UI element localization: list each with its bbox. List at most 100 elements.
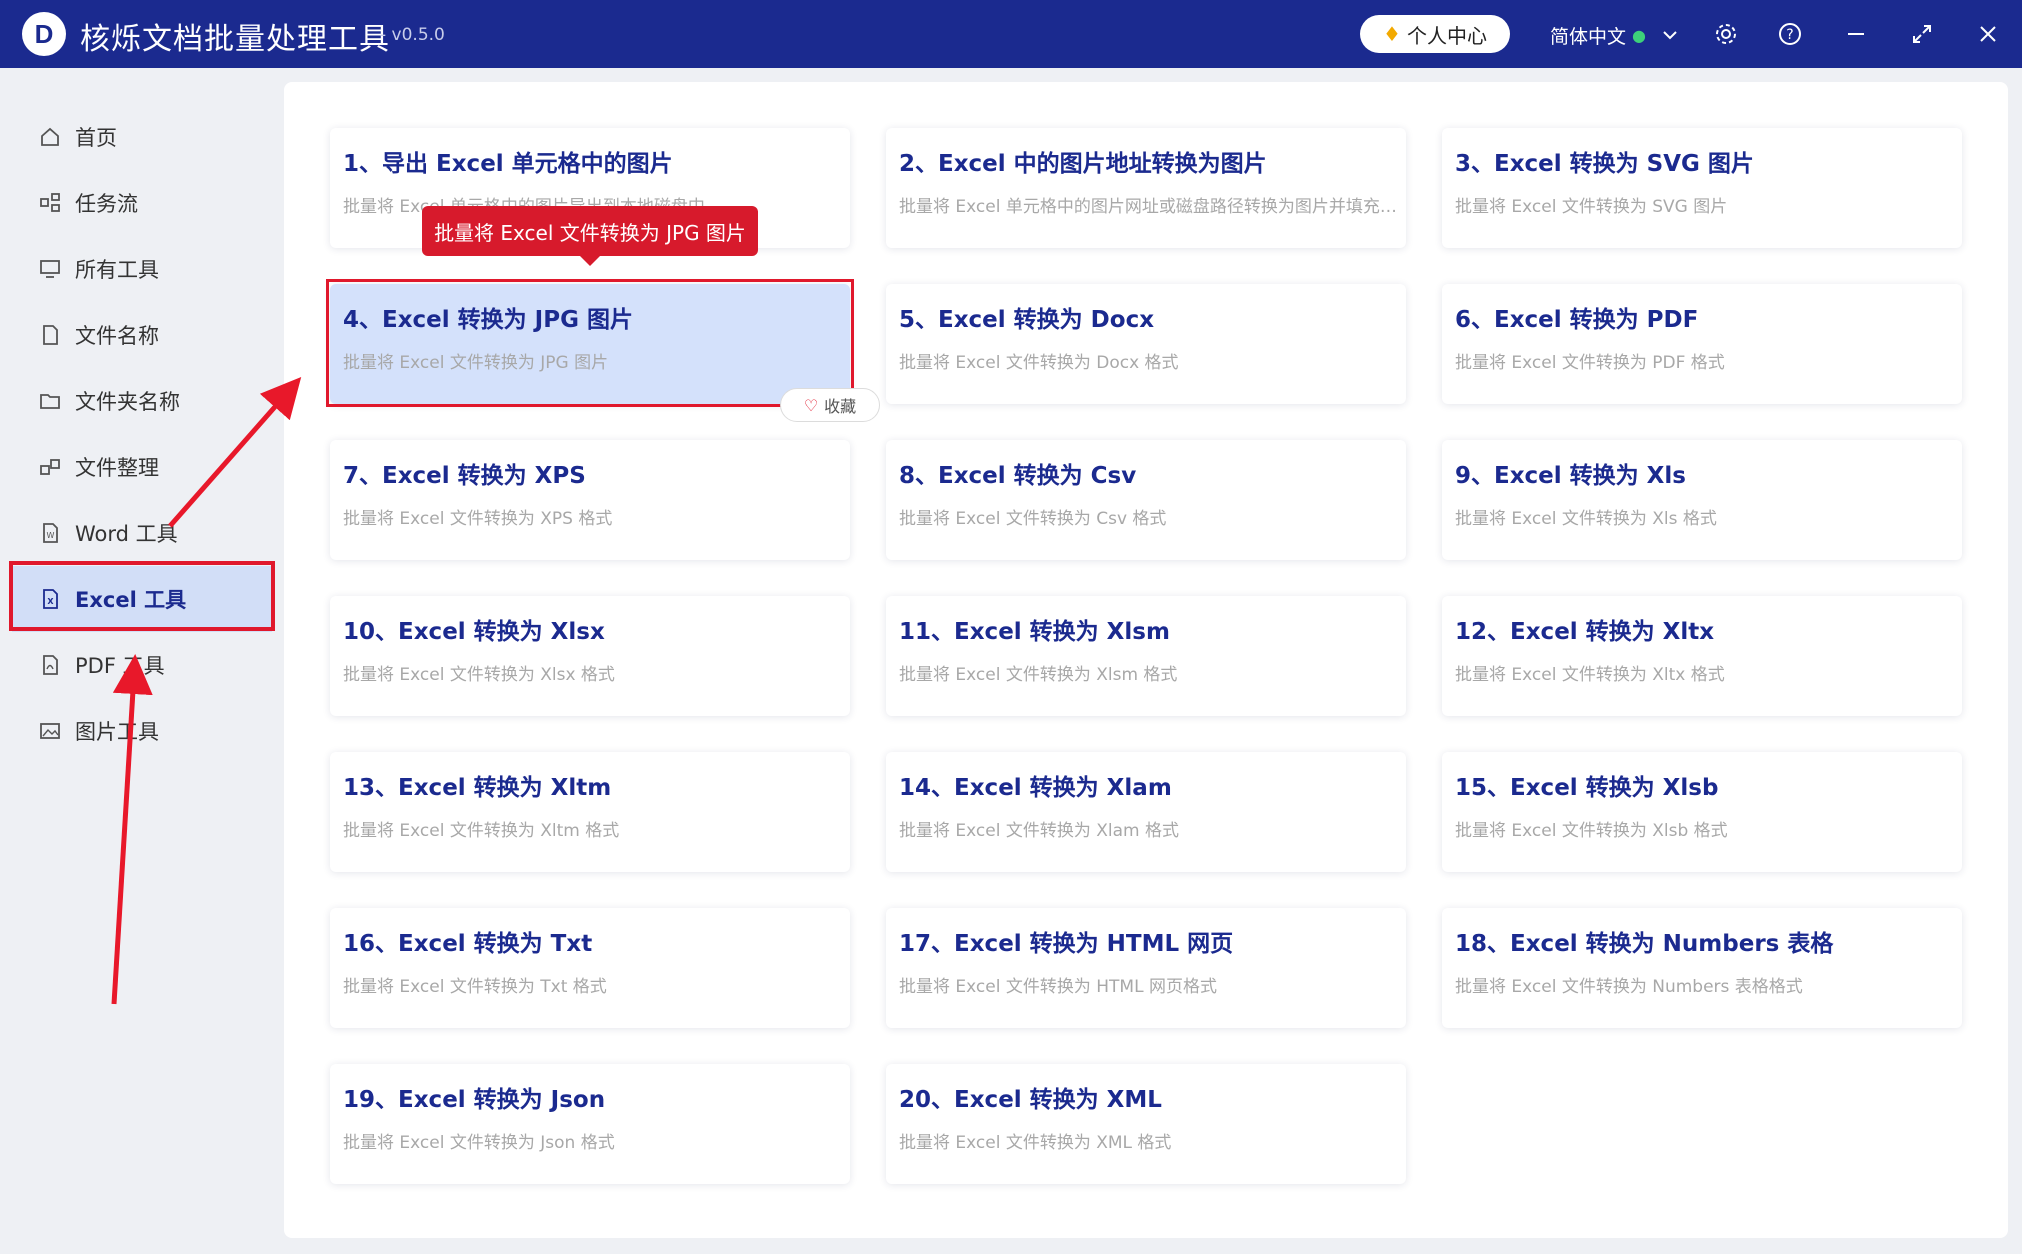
sidebar-item-folder-name[interactable]: 文件夹名称	[0, 368, 284, 434]
minimize-icon[interactable]	[1840, 18, 1872, 50]
image-icon	[38, 719, 62, 743]
tool-card-desc: 批量将 Excel 文件转换为 Json 格式	[343, 1133, 615, 1153]
tool-card[interactable]: 12、Excel 转换为 Xltx 批量将 Excel 文件转换为 Xltx 格…	[1442, 596, 1962, 716]
tool-card-desc: 批量将 Excel 文件转换为 PDF 格式	[1455, 353, 1725, 373]
favorite-button[interactable]: ♡ 收藏	[780, 388, 880, 422]
tool-card[interactable]: 6、Excel 转换为 PDF 批量将 Excel 文件转换为 PDF 格式	[1442, 284, 1962, 404]
tool-card-selected[interactable]: 4、Excel 转换为 JPG 图片 批量将 Excel 文件转换为 JPG 图…	[330, 284, 850, 404]
tool-card-desc: 批量将 Excel 文件转换为 Docx 格式	[899, 353, 1179, 373]
sidebar-item-file-organize[interactable]: 文件整理	[0, 434, 284, 500]
app-version: - v0.5.0	[380, 25, 445, 45]
tool-card[interactable]: 5、Excel 转换为 Docx 批量将 Excel 文件转换为 Docx 格式	[886, 284, 1406, 404]
tool-card-title: 2、Excel 中的图片地址转换为图片	[899, 151, 1267, 177]
tool-card[interactable]: 18、Excel 转换为 Numbers 表格 批量将 Excel 文件转换为 …	[1442, 908, 1962, 1028]
tool-card-desc: 批量将 Excel 文件转换为 Txt 格式	[343, 977, 607, 997]
sidebar-item-label: Excel 工具	[75, 588, 187, 612]
sidebar-item-label: 文件名称	[75, 324, 159, 348]
tool-card-title: 9、Excel 转换为 Xls	[1455, 463, 1686, 489]
svg-text:X: X	[47, 597, 54, 606]
sidebar-item-label: 文件夹名称	[75, 390, 180, 414]
tool-card-title: 13、Excel 转换为 Xltm	[343, 775, 612, 801]
tool-card-title: 18、Excel 转换为 Numbers 表格	[1455, 931, 1834, 957]
sidebar-item-label: 所有工具	[75, 258, 159, 282]
tool-card[interactable]: 14、Excel 转换为 Xlam 批量将 Excel 文件转换为 Xlam 格…	[886, 752, 1406, 872]
sidebar-item-label: PDF 工具	[75, 654, 165, 678]
tool-card-desc: 批量将 Excel 文件转换为 Xlam 格式	[899, 821, 1179, 841]
file-icon	[38, 323, 62, 347]
tool-card[interactable]: 9、Excel 转换为 Xls 批量将 Excel 文件转换为 Xls 格式	[1442, 440, 1962, 560]
sidebar-item-label: Word 工具	[75, 522, 178, 546]
svg-text:?: ?	[1786, 27, 1793, 43]
sidebar-item-excel-tools[interactable]: X Excel 工具	[12, 566, 272, 632]
tool-card[interactable]: 19、Excel 转换为 Json 批量将 Excel 文件转换为 Json 格…	[330, 1064, 850, 1184]
help-icon[interactable]: ?	[1774, 18, 1806, 50]
tool-card-desc: 批量将 Excel 文件转换为 XPS 格式	[343, 509, 613, 529]
sidebar-item-label: 首页	[75, 126, 117, 150]
tool-card-title: 7、Excel 转换为 XPS	[343, 463, 586, 489]
tool-card-desc: 批量将 Excel 文件转换为 Csv 格式	[899, 509, 1167, 529]
maximize-icon[interactable]	[1906, 18, 1938, 50]
tool-card-desc: 批量将 Excel 文件转换为 Xlsm 格式	[899, 665, 1178, 685]
organize-icon	[38, 455, 62, 479]
sidebar-item-pdf-tools[interactable]: PDF 工具	[0, 632, 284, 698]
svg-text:W: W	[47, 531, 55, 540]
sidebar-item-all-tools[interactable]: 所有工具	[0, 236, 284, 302]
sidebar-item-home[interactable]: 首页	[0, 104, 284, 170]
tool-card[interactable]: 16、Excel 转换为 Txt 批量将 Excel 文件转换为 Txt 格式	[330, 908, 850, 1028]
tool-card-desc: 批量将 Excel 文件转换为 Xlsb 格式	[1455, 821, 1728, 841]
favorite-label: 收藏	[824, 397, 857, 416]
tool-card[interactable]: 13、Excel 转换为 Xltm 批量将 Excel 文件转换为 Xltm 格…	[330, 752, 850, 872]
tool-card[interactable]: 10、Excel 转换为 Xlsx 批量将 Excel 文件转换为 Xlsx 格…	[330, 596, 850, 716]
tool-card[interactable]: 11、Excel 转换为 Xlsm 批量将 Excel 文件转换为 Xlsm 格…	[886, 596, 1406, 716]
sidebar-item-label: 任务流	[75, 192, 138, 216]
tool-card-desc: 批量将 Excel 文件转换为 Xlsx 格式	[343, 665, 615, 685]
settings-gear-icon[interactable]	[1710, 18, 1742, 50]
sidebar-item-word-tools[interactable]: W Word 工具	[0, 500, 284, 566]
sidebar-item-image-tools[interactable]: 图片工具	[0, 698, 284, 764]
sidebar-item-workflow[interactable]: 任务流	[0, 170, 284, 236]
tool-card-title: 6、Excel 转换为 PDF	[1455, 307, 1699, 333]
tool-card-title: 15、Excel 转换为 Xlsb	[1455, 775, 1719, 801]
pdf-icon	[38, 653, 62, 677]
language-label: 简体中文	[1550, 26, 1627, 48]
close-icon[interactable]	[1972, 18, 2004, 50]
tool-card-desc: 批量将 Excel 文件转换为 SVG 图片	[1455, 197, 1728, 217]
sidebar-item-label: 文件整理	[75, 456, 159, 480]
sidebar-item-file-name[interactable]: 文件名称	[0, 302, 284, 368]
tool-card-desc: 批量将 Excel 文件转换为 JPG 图片	[343, 353, 609, 373]
tool-card-title: 8、Excel 转换为 Csv	[899, 463, 1137, 489]
sidebar-item-label: 图片工具	[75, 720, 159, 744]
tool-card[interactable]: 8、Excel 转换为 Csv 批量将 Excel 文件转换为 Csv 格式	[886, 440, 1406, 560]
workflow-icon	[38, 191, 62, 215]
tool-card-title: 1、导出 Excel 单元格中的图片	[343, 151, 673, 177]
tool-card-title: 11、Excel 转换为 Xlsm	[899, 619, 1170, 645]
word-icon: W	[38, 521, 62, 545]
tool-card-title: 16、Excel 转换为 Txt	[343, 931, 593, 957]
tooltip: 批量将 Excel 文件转换为 JPG 图片	[422, 206, 758, 266]
user-center-button[interactable]: ♦ 个人中心	[1360, 15, 1510, 53]
title-bar: D 核烁文档批量处理工具 - v0.5.0 ♦ 个人中心 简体中文 ● ?	[0, 0, 2022, 68]
tool-card[interactable]: 20、Excel 转换为 XML 批量将 Excel 文件转换为 XML 格式	[886, 1064, 1406, 1184]
excel-icon: X	[38, 587, 62, 611]
app-logo-icon: D	[22, 12, 66, 56]
tool-card[interactable]: 3、Excel 转换为 SVG 图片 批量将 Excel 文件转换为 SVG 图…	[1442, 128, 1962, 248]
monitor-icon	[38, 257, 62, 281]
tool-card-desc: 批量将 Excel 单元格中的图片网址或磁盘路径转换为图片并填充到单元格中	[899, 197, 1399, 217]
tool-card[interactable]: 15、Excel 转换为 Xlsb 批量将 Excel 文件转换为 Xlsb 格…	[1442, 752, 1962, 872]
tool-card-desc: 批量将 Excel 文件转换为 Numbers 表格格式	[1455, 977, 1803, 997]
tool-card-desc: 批量将 Excel 文件转换为 Xltx 格式	[1455, 665, 1725, 685]
app-logo-letter: D	[34, 18, 54, 49]
tool-card-title: 17、Excel 转换为 HTML 网页	[899, 931, 1234, 957]
app-title: 核烁文档批量处理工具	[80, 22, 390, 57]
tool-card[interactable]: 17、Excel 转换为 HTML 网页 批量将 Excel 文件转换为 HTM…	[886, 908, 1406, 1028]
tool-card-title: 20、Excel 转换为 XML	[899, 1087, 1162, 1113]
tool-card-title: 3、Excel 转换为 SVG 图片	[1455, 151, 1754, 177]
tool-card[interactable]: 7、Excel 转换为 XPS 批量将 Excel 文件转换为 XPS 格式	[330, 440, 850, 560]
tool-card[interactable]: 2、Excel 中的图片地址转换为图片 批量将 Excel 单元格中的图片网址或…	[886, 128, 1406, 248]
language-selector[interactable]: 简体中文 ●	[1550, 22, 1678, 49]
chevron-down-icon	[1662, 25, 1678, 46]
tool-card-title: 14、Excel 转换为 Xlam	[899, 775, 1172, 801]
tool-card-title: 12、Excel 转换为 Xltx	[1455, 619, 1715, 645]
heart-icon: ♡	[803, 395, 819, 415]
vip-gem-icon: ♦	[1383, 22, 1401, 46]
